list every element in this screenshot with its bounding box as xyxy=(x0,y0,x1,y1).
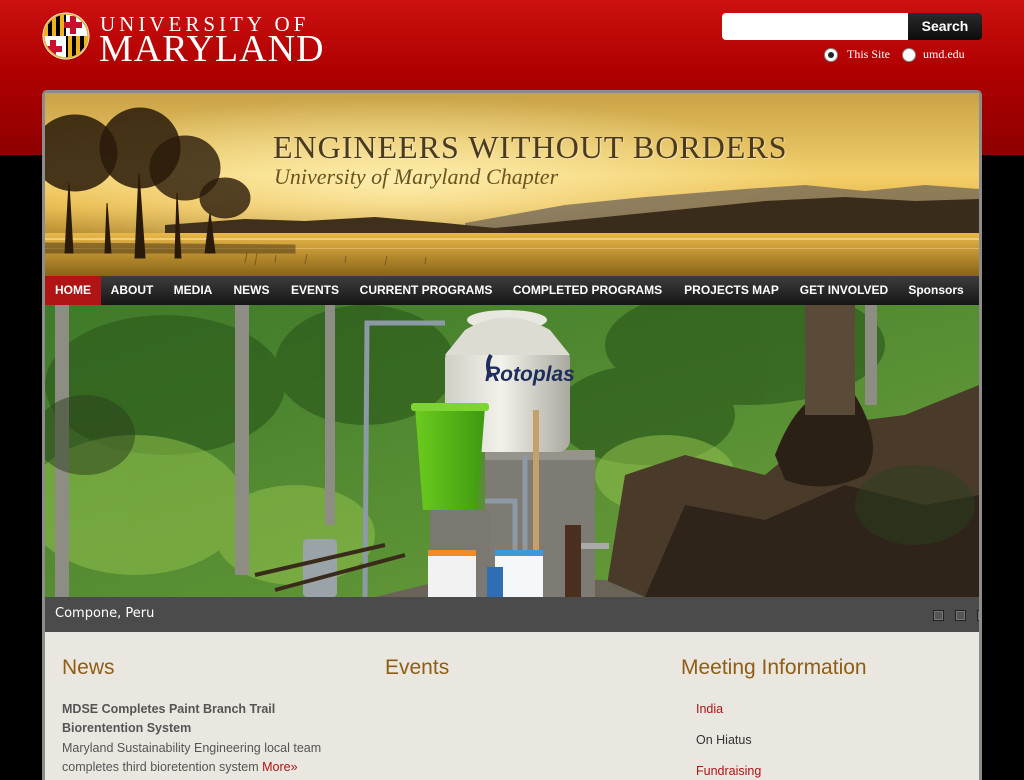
search-button[interactable]: Search xyxy=(908,13,982,40)
news-heading: News xyxy=(62,656,115,679)
events-heading: Events xyxy=(385,656,450,679)
news-more-link[interactable]: More» xyxy=(262,760,297,774)
nav-about[interactable]: ABOUT xyxy=(101,276,163,305)
this-site-radio[interactable] xyxy=(824,48,838,62)
search-input[interactable] xyxy=(722,13,908,40)
slide-caption: Compone, Peru xyxy=(55,606,155,621)
slide-dot-1[interactable] xyxy=(933,610,944,621)
site-banner: ENGINEERS WITHOUT BORDERS University of … xyxy=(45,93,979,276)
university-logo[interactable]: UNIVERSITY OF MARYLAND xyxy=(42,12,342,70)
nav-projects-map[interactable]: PROJECTS MAP xyxy=(673,276,790,305)
slide-caption-bar: Compone, Peru xyxy=(45,597,979,632)
slide-dot-3[interactable] xyxy=(977,610,979,621)
nav-events[interactable]: EVENTS xyxy=(280,276,350,305)
umd-edu-radio[interactable] xyxy=(902,48,916,62)
news-item-summary: Maryland Sustainability Engineering loca… xyxy=(62,739,342,777)
meeting-item-fundraising[interactable]: Fundraising xyxy=(696,764,761,778)
banner-title: ENGINEERS WITHOUT BORDERS xyxy=(273,129,788,165)
nav-get-involved[interactable]: GET INVOLVED xyxy=(790,276,898,305)
university-name-line2: MARYLAND xyxy=(99,28,325,70)
search-scope-options: This Site umd.edu xyxy=(824,47,994,63)
maryland-seal-icon xyxy=(42,12,90,60)
home-content-columns: News MDSE Completes Paint Branch Trail B… xyxy=(45,632,979,780)
nav-media[interactable]: MEDIA xyxy=(163,276,223,305)
slideshow[interactable]: Rotoplas xyxy=(45,305,979,597)
rotoplas-logo: Rotoplas xyxy=(485,363,575,386)
slide-dot-2[interactable] xyxy=(955,610,966,621)
nav-completed-programs[interactable]: COMPLETED PROGRAMS xyxy=(502,276,673,305)
this-site-label: This Site xyxy=(847,47,891,61)
meeting-item-on-hiatus: On Hiatus xyxy=(696,733,752,747)
water-tank-photo: Rotoplas xyxy=(45,305,979,597)
news-item-title[interactable]: MDSE Completes Paint Branch Trail Bioren… xyxy=(62,700,342,738)
nav-sponsors[interactable]: Sponsors xyxy=(898,276,974,305)
nav-current-programs[interactable]: CURRENT PROGRAMS xyxy=(350,276,502,305)
nav-news[interactable]: NEWS xyxy=(223,276,280,305)
nav-home[interactable]: HOME xyxy=(45,276,101,305)
main-content-panel: ENGINEERS WITHOUT BORDERS University of … xyxy=(42,90,982,780)
meeting-information-heading: Meeting Information xyxy=(681,656,867,679)
umd-edu-label: umd.edu xyxy=(923,47,965,61)
search-area: Search This Site umd.edu xyxy=(722,13,982,73)
meeting-item-india[interactable]: India xyxy=(696,702,723,716)
banner-subtitle: University of Maryland Chapter xyxy=(274,164,559,189)
main-navigation: HOME ABOUT MEDIA NEWS EVENTS CURRENT PRO… xyxy=(45,276,979,305)
